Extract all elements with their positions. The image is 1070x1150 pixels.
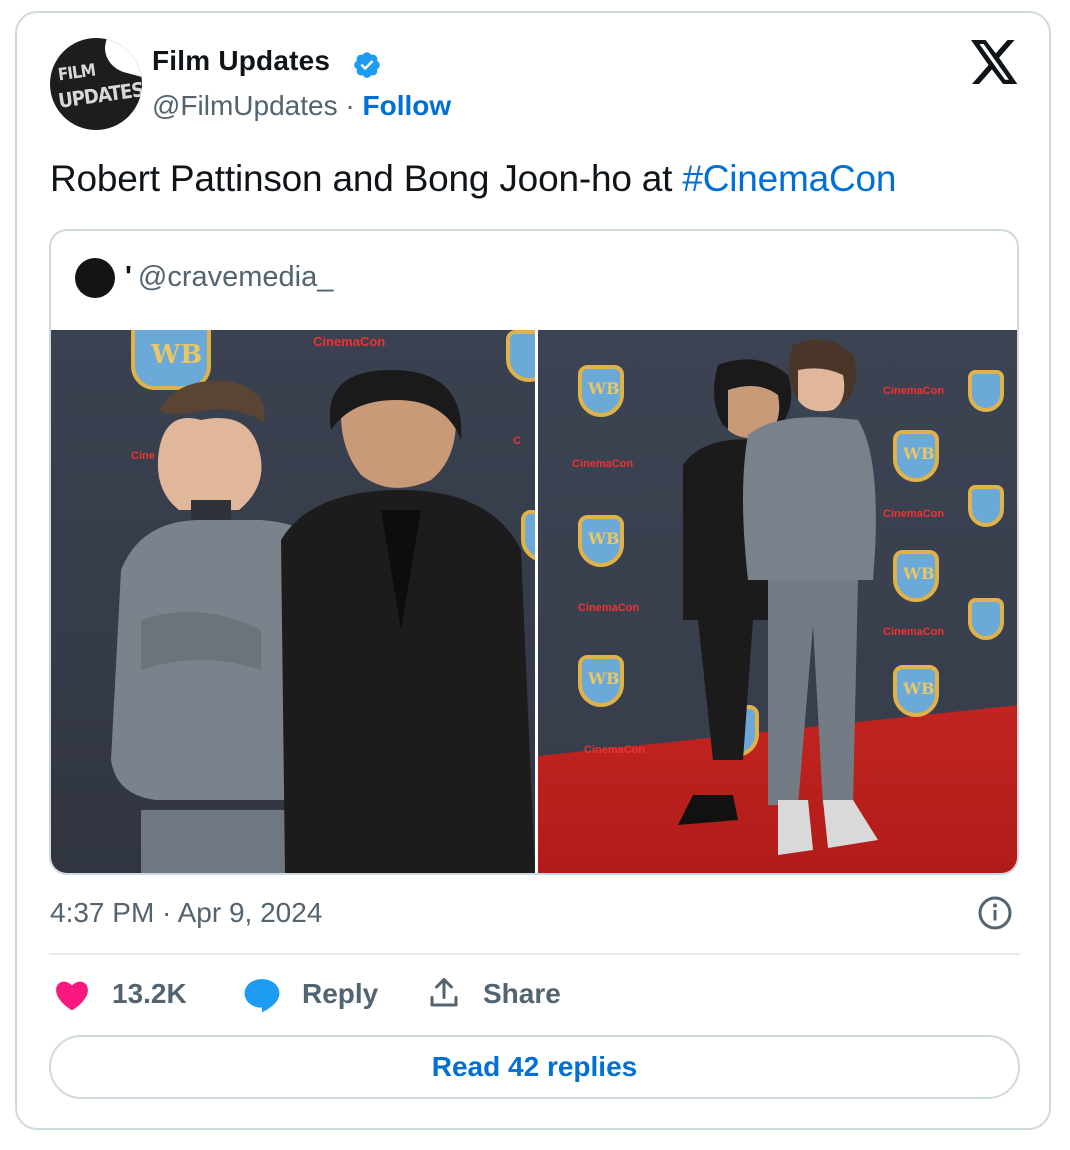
read-replies-button[interactable]: Read 42 replies (49, 1035, 1020, 1099)
wb-logo-backdrop (968, 485, 1004, 527)
photo-1[interactable]: WB CinemaCon Cine C C (51, 330, 535, 873)
wb-logo-backdrop: WB (578, 515, 624, 567)
cinemacon-logo: CinemaCon (578, 602, 640, 614)
avatar-logo-text-1: FILM (56, 60, 97, 86)
reply-button[interactable]: Reply (302, 978, 378, 1010)
cinemacon-logo: CinemaCon (313, 334, 386, 349)
handle-separator: · (345, 90, 363, 121)
share-upload-icon[interactable] (426, 975, 462, 1011)
author-avatar[interactable]: FILM UPDATES (50, 38, 142, 130)
share-button[interactable]: Share (483, 978, 561, 1010)
cinemacon-logo: CinemaCon (883, 626, 945, 638)
quoted-handle[interactable]: @cravemedia_ (138, 261, 333, 293)
wb-logo-backdrop: WB (893, 550, 939, 602)
like-count[interactable]: 13.2K (112, 978, 187, 1010)
speech-bubble-icon[interactable] (243, 977, 281, 1013)
quoted-display-name: ' (125, 261, 132, 293)
wb-logo-backdrop: WB (578, 655, 624, 707)
x-logo-icon[interactable] (970, 40, 1020, 84)
quoted-handle-row: ' @cravemedia_ (125, 261, 333, 294)
person-black-suit (281, 370, 535, 873)
author-handle-row: @FilmUpdates · Follow (152, 90, 451, 122)
cinemacon-logo: CinemaCon (584, 744, 646, 756)
quoted-avatar[interactable] (75, 258, 115, 298)
author-handle[interactable]: @FilmUpdates (152, 90, 338, 121)
follow-link[interactable]: Follow (362, 90, 451, 121)
tweet-timestamp[interactable]: 4:37 PM · Apr 9, 2024 (50, 897, 322, 929)
cinemacon-logo: CinemaCon (883, 508, 945, 520)
wb-logo-backdrop: WB (893, 430, 939, 482)
cinemacon-logo: CinemaCon (572, 458, 634, 470)
info-icon[interactable] (977, 895, 1013, 931)
cinemacon-logo: CinemaCon (883, 385, 945, 397)
actions-divider (49, 953, 1020, 955)
heart-icon[interactable] (54, 979, 90, 1011)
photo-2[interactable]: WB WB WB WB WB WB CinemaCon CinemaCon Ci… (538, 330, 1017, 873)
hashtag-link[interactable]: #CinemaCon (682, 158, 896, 199)
tweet-body-text: Robert Pattinson and Bong Joon-ho at (50, 158, 683, 199)
wb-logo-backdrop (968, 598, 1004, 640)
verified-badge-icon (354, 52, 380, 78)
person-grey-suit (743, 339, 878, 855)
quoted-tweet[interactable]: '@cravemedia_ WB CinemaCon Cine C C W (49, 229, 1019, 875)
tweet-text: Robert Pattinson and Bong Joon-ho at #Ci… (50, 158, 896, 200)
wb-logo-backdrop: WB (578, 365, 624, 417)
author-name[interactable]: Film Updates (152, 45, 330, 77)
wb-logo-backdrop (968, 370, 1004, 412)
wb-logo-backdrop: WB (893, 665, 939, 717)
avatar-page-curl (99, 38, 142, 78)
